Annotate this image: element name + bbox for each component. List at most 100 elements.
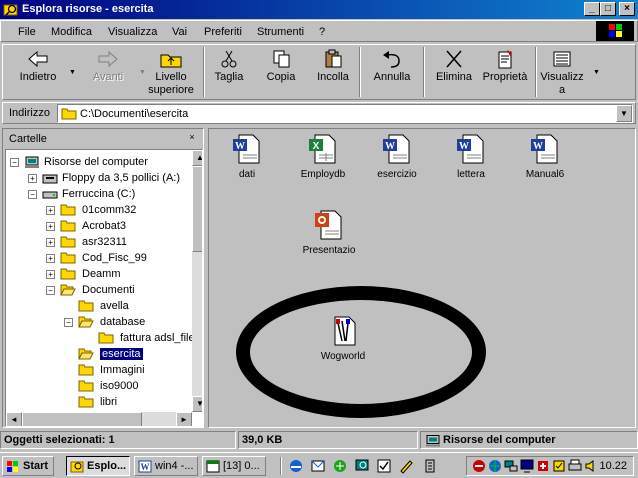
- tree-item-folder[interactable]: + Deamm: [6, 266, 192, 282]
- tree-item-database[interactable]: − database: [6, 314, 192, 330]
- folder-icon: [78, 364, 94, 376]
- back-dropdown-icon[interactable]: ▼: [69, 69, 76, 76]
- status-bar: Oggetti selezionati: 1 39,0 KB Risorse d…: [0, 430, 638, 450]
- tree-item-label: database: [100, 316, 146, 328]
- expand-icon[interactable]: +: [28, 174, 37, 183]
- tree-item-esercita[interactable]: esercita: [6, 346, 192, 362]
- forward-button[interactable]: Avanti: [79, 45, 137, 101]
- close-button[interactable]: ×: [619, 2, 635, 16]
- monitor-icon[interactable]: [519, 458, 535, 474]
- copy-button[interactable]: Copia: [259, 45, 303, 101]
- tree-vertical-scrollbar[interactable]: ▲ ▼: [192, 150, 202, 412]
- back-button[interactable]: Indietro: [9, 45, 67, 101]
- tree-item-my-computer[interactable]: − Risorse del computer: [6, 154, 192, 170]
- menu-vai[interactable]: Vai: [172, 26, 187, 38]
- scroll-left-icon[interactable]: ◄: [6, 412, 22, 426]
- collapse-icon[interactable]: −: [46, 286, 55, 295]
- collapse-icon[interactable]: −: [64, 318, 73, 327]
- minimize-button[interactable]: _: [584, 2, 600, 16]
- folders-close-button[interactable]: ×: [185, 132, 199, 145]
- computer-icon: [426, 435, 440, 447]
- clock[interactable]: 10.22: [599, 460, 627, 472]
- checklist-icon[interactable]: [376, 458, 392, 474]
- expand-icon[interactable]: +: [46, 206, 55, 215]
- tree-item-folder[interactable]: avella: [6, 298, 192, 314]
- taskbar-button-app[interactable]: [13] 0...: [202, 456, 266, 476]
- antivirus-icon[interactable]: [535, 458, 551, 474]
- tree-item-label: 01comm32: [82, 204, 137, 216]
- menu-file[interactable]: File: [18, 26, 36, 38]
- tree-item-label: avella: [100, 300, 129, 312]
- tree-item-documenti[interactable]: − Documenti: [6, 282, 192, 298]
- tree-item-folder[interactable]: + Acrobat3: [6, 218, 192, 234]
- file-item[interactable]: Presentazio: [291, 209, 367, 256]
- maximize-button[interactable]: □: [600, 2, 616, 16]
- menu-visualizza[interactable]: Visualizza: [108, 26, 157, 38]
- tree-horizontal-scrollbar[interactable]: ◄ ►: [6, 412, 192, 426]
- channels-icon[interactable]: [332, 458, 348, 474]
- expand-icon[interactable]: +: [46, 238, 55, 247]
- paste-button[interactable]: Incolla: [311, 45, 355, 101]
- status-selected: Oggetti selezionati: 1: [0, 431, 236, 449]
- folders-header: Cartelle ×: [5, 131, 201, 147]
- expand-icon[interactable]: +: [46, 270, 55, 279]
- tree-item-folder[interactable]: + asr32311: [6, 234, 192, 250]
- tree-item-folder[interactable]: iso9000: [6, 378, 192, 394]
- taskbar-button-word[interactable]: W win4 -...: [134, 456, 198, 476]
- file-name: Presentazio: [302, 245, 356, 256]
- properties-button[interactable]: Proprietà: [479, 45, 531, 101]
- file-item[interactable]: X Employdb: [285, 133, 361, 180]
- network-icon[interactable]: [503, 458, 519, 474]
- scrollbar-thumb[interactable]: [22, 412, 142, 426]
- expand-icon[interactable]: +: [46, 222, 55, 231]
- scroll-up-icon[interactable]: ▲: [192, 150, 202, 166]
- tree-item-folder[interactable]: Immagini: [6, 362, 192, 378]
- undo-button[interactable]: Annulla: [367, 45, 417, 101]
- scrollbar-thumb[interactable]: [192, 166, 202, 252]
- file-item[interactable]: W lettera: [433, 133, 509, 180]
- globe-icon[interactable]: [487, 458, 503, 474]
- start-button[interactable]: Start: [2, 456, 54, 476]
- internet-explorer-icon[interactable]: [288, 458, 304, 474]
- address-input[interactable]: C:\Documenti\esercita ▼: [57, 104, 633, 123]
- tree-item-folder[interactable]: + 01comm32: [6, 202, 192, 218]
- delete-button[interactable]: Elimina: [431, 45, 477, 101]
- views-button[interactable]: Visualizz a: [537, 45, 587, 101]
- up-level-button[interactable]: Livello superiore: [143, 45, 199, 101]
- tree-item-folder[interactable]: fattura adsl_file: [6, 330, 195, 346]
- folder-icon: [98, 332, 114, 344]
- tree-item-folder[interactable]: + Cod_Fisc_99: [6, 250, 192, 266]
- cut-button[interactable]: Taglia: [207, 45, 251, 101]
- scroll-down-icon[interactable]: ▼: [192, 396, 202, 412]
- collapse-icon[interactable]: −: [28, 190, 37, 199]
- file-item[interactable]: W esercizio: [359, 133, 435, 180]
- address-dropdown-button[interactable]: ▼: [616, 105, 632, 122]
- no-entry-icon[interactable]: [471, 458, 487, 474]
- file-item[interactable]: W Manual6: [507, 133, 583, 180]
- tools-icon[interactable]: [422, 458, 438, 474]
- folders-title: Cartelle: [9, 133, 47, 145]
- views-dropdown-icon[interactable]: ▼: [593, 69, 600, 76]
- tree-item-floppy[interactable]: + Floppy da 3,5 pollici (A:): [6, 170, 192, 186]
- collapse-icon[interactable]: −: [10, 158, 19, 167]
- title-bar[interactable]: Esplora risorse - esercita _ □ ×: [0, 0, 638, 19]
- menu-strumenti[interactable]: Strumenti: [257, 26, 304, 38]
- scheduler-icon[interactable]: [551, 458, 567, 474]
- desktop-search-icon[interactable]: [354, 458, 370, 474]
- outlook-express-icon[interactable]: [310, 458, 326, 474]
- expand-icon[interactable]: +: [46, 254, 55, 263]
- tree-item-drive-c[interactable]: − Ferruccina (C:): [6, 186, 192, 202]
- printer-icon[interactable]: [567, 458, 583, 474]
- menu-preferiti[interactable]: Preferiti: [204, 26, 242, 38]
- delete-label: Elimina: [435, 71, 473, 83]
- taskbar-separator: [280, 457, 282, 475]
- taskbar-button-explorer[interactable]: Esplo...: [66, 456, 130, 476]
- scroll-right-icon[interactable]: ►: [176, 412, 192, 426]
- file-item[interactable]: W dati: [209, 133, 285, 180]
- menu-help[interactable]: ?: [319, 26, 325, 38]
- tree-item-folder[interactable]: libri: [6, 394, 192, 410]
- computer-icon: [25, 156, 39, 168]
- speaker-icon[interactable]: [583, 458, 599, 474]
- menu-modifica[interactable]: Modifica: [51, 26, 92, 38]
- pen-icon[interactable]: [398, 458, 414, 474]
